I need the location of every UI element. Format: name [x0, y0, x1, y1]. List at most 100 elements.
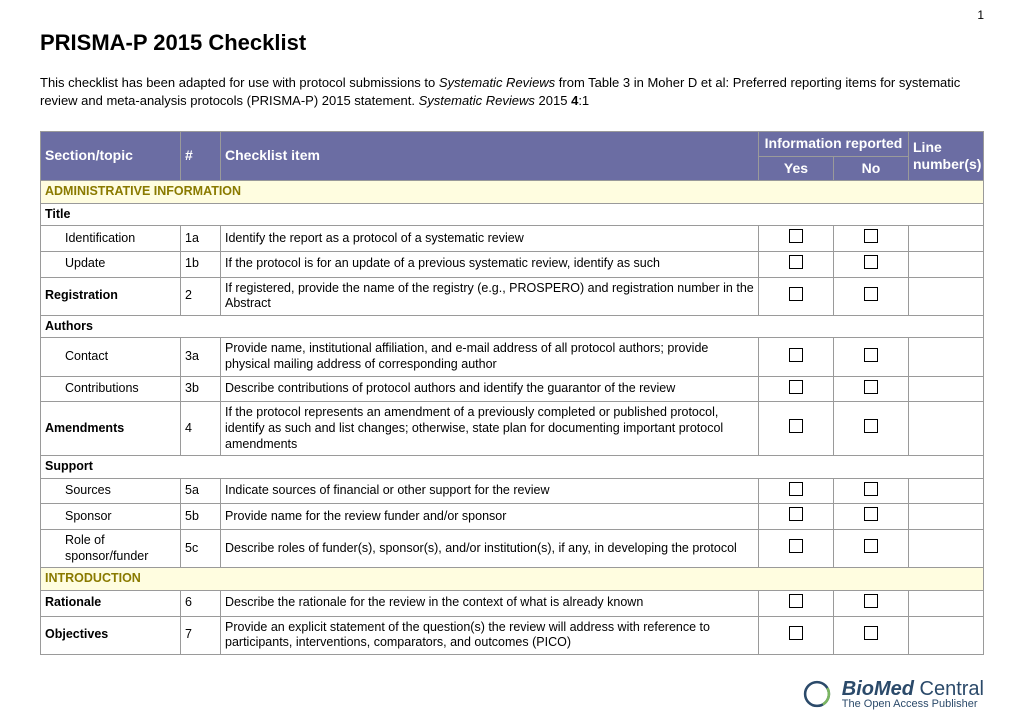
- checkbox-icon[interactable]: [789, 626, 803, 640]
- checkbox-icon[interactable]: [864, 229, 878, 243]
- yes-cell[interactable]: [758, 402, 833, 456]
- no-cell[interactable]: [833, 478, 908, 504]
- line-cell[interactable]: [909, 478, 984, 504]
- topic-cell: Identification: [41, 226, 181, 252]
- topic-cell: Sponsor: [41, 504, 181, 530]
- line-cell[interactable]: [909, 251, 984, 277]
- checkbox-icon[interactable]: [789, 229, 803, 243]
- topic-cell: Role of sponsor/funder: [41, 530, 181, 568]
- item-cell: If registered, provide the name of the r…: [221, 277, 759, 315]
- no-cell[interactable]: [833, 376, 908, 402]
- yes-cell[interactable]: [758, 338, 833, 376]
- yes-cell[interactable]: [758, 616, 833, 654]
- line-cell[interactable]: [909, 277, 984, 315]
- checkbox-icon[interactable]: [864, 419, 878, 433]
- page-number: 1: [977, 8, 984, 22]
- topic-cell: Sources: [41, 478, 181, 504]
- checkbox-icon[interactable]: [789, 419, 803, 433]
- table-row: Objectives 7 Provide an explicit stateme…: [41, 616, 984, 654]
- checkbox-icon[interactable]: [789, 594, 803, 608]
- no-cell[interactable]: [833, 402, 908, 456]
- checkbox-icon[interactable]: [864, 287, 878, 301]
- footer-brand: BioMed Central The Open Access Publisher: [800, 677, 984, 711]
- no-cell[interactable]: [833, 338, 908, 376]
- line-cell[interactable]: [909, 504, 984, 530]
- checkbox-icon[interactable]: [864, 507, 878, 521]
- page-title: PRISMA-P 2015 Checklist: [40, 30, 984, 56]
- checkbox-icon[interactable]: [789, 380, 803, 394]
- topic-cell: Contact: [41, 338, 181, 376]
- checkbox-icon[interactable]: [864, 380, 878, 394]
- item-cell: Provide name, institutional affiliation,…: [221, 338, 759, 376]
- num-cell: 5a: [181, 478, 221, 504]
- num-cell: 5c: [181, 530, 221, 568]
- num-cell: 5b: [181, 504, 221, 530]
- line-cell[interactable]: [909, 376, 984, 402]
- brand-tagline: The Open Access Publisher: [842, 699, 984, 710]
- table-row: Identification 1a Identify the report as…: [41, 226, 984, 252]
- no-cell[interactable]: [833, 277, 908, 315]
- checkbox-icon[interactable]: [789, 507, 803, 521]
- checkbox-icon[interactable]: [864, 594, 878, 608]
- yes-cell[interactable]: [758, 504, 833, 530]
- line-cell[interactable]: [909, 616, 984, 654]
- checkbox-icon[interactable]: [789, 255, 803, 269]
- no-cell[interactable]: [833, 226, 908, 252]
- table-row: Registration 2 If registered, provide th…: [41, 277, 984, 315]
- checkbox-icon[interactable]: [789, 348, 803, 362]
- checkbox-icon[interactable]: [864, 255, 878, 269]
- yes-cell[interactable]: [758, 251, 833, 277]
- yes-cell[interactable]: [758, 376, 833, 402]
- no-cell[interactable]: [833, 616, 908, 654]
- yes-cell[interactable]: [758, 530, 833, 568]
- th-yes: Yes: [758, 156, 833, 181]
- yes-cell[interactable]: [758, 226, 833, 252]
- checkbox-icon[interactable]: [864, 482, 878, 496]
- item-cell: Describe roles of funder(s), sponsor(s),…: [221, 530, 759, 568]
- no-cell[interactable]: [833, 504, 908, 530]
- th-no: No: [833, 156, 908, 181]
- checkbox-icon[interactable]: [864, 626, 878, 640]
- yes-cell[interactable]: [758, 590, 833, 616]
- table-row: Update 1b If the protocol is for an upda…: [41, 251, 984, 277]
- num-cell: 1a: [181, 226, 221, 252]
- topic-cell: Contributions: [41, 376, 181, 402]
- checkbox-icon[interactable]: [789, 287, 803, 301]
- item-cell: Provide name for the review funder and/o…: [221, 504, 759, 530]
- group-authors: Authors: [41, 315, 984, 338]
- no-cell[interactable]: [833, 530, 908, 568]
- no-cell[interactable]: [833, 590, 908, 616]
- item-cell: Describe the rationale for the review in…: [221, 590, 759, 616]
- yes-cell[interactable]: [758, 478, 833, 504]
- th-num: #: [181, 132, 221, 181]
- num-cell: 6: [181, 590, 221, 616]
- yes-cell[interactable]: [758, 277, 833, 315]
- intro-issue: :1: [578, 93, 589, 108]
- th-item: Checklist item: [221, 132, 759, 181]
- checkbox-icon[interactable]: [789, 539, 803, 553]
- item-cell: Provide an explicit statement of the que…: [221, 616, 759, 654]
- line-cell[interactable]: [909, 226, 984, 252]
- topic-cell: Registration: [41, 277, 181, 315]
- line-cell[interactable]: [909, 338, 984, 376]
- topic-cell: Rationale: [41, 590, 181, 616]
- table-row: Contributions 3b Describe contributions …: [41, 376, 984, 402]
- num-cell: 3a: [181, 338, 221, 376]
- item-cell: If the protocol represents an amendment …: [221, 402, 759, 456]
- checkbox-icon[interactable]: [864, 539, 878, 553]
- intro-journal: Systematic Reviews: [439, 75, 555, 90]
- intro-text: 2015: [535, 93, 571, 108]
- table-row: Sources 5a Indicate sources of financial…: [41, 478, 984, 504]
- band-intro: INTRODUCTION: [41, 568, 984, 591]
- th-section: Section/topic: [41, 132, 181, 181]
- th-line: Line number(s): [909, 132, 984, 181]
- biomed-logo-icon: [800, 677, 834, 711]
- th-info: Information reported: [758, 132, 908, 157]
- line-cell[interactable]: [909, 530, 984, 568]
- num-cell: 2: [181, 277, 221, 315]
- no-cell[interactable]: [833, 251, 908, 277]
- line-cell[interactable]: [909, 402, 984, 456]
- checkbox-icon[interactable]: [789, 482, 803, 496]
- checkbox-icon[interactable]: [864, 348, 878, 362]
- line-cell[interactable]: [909, 590, 984, 616]
